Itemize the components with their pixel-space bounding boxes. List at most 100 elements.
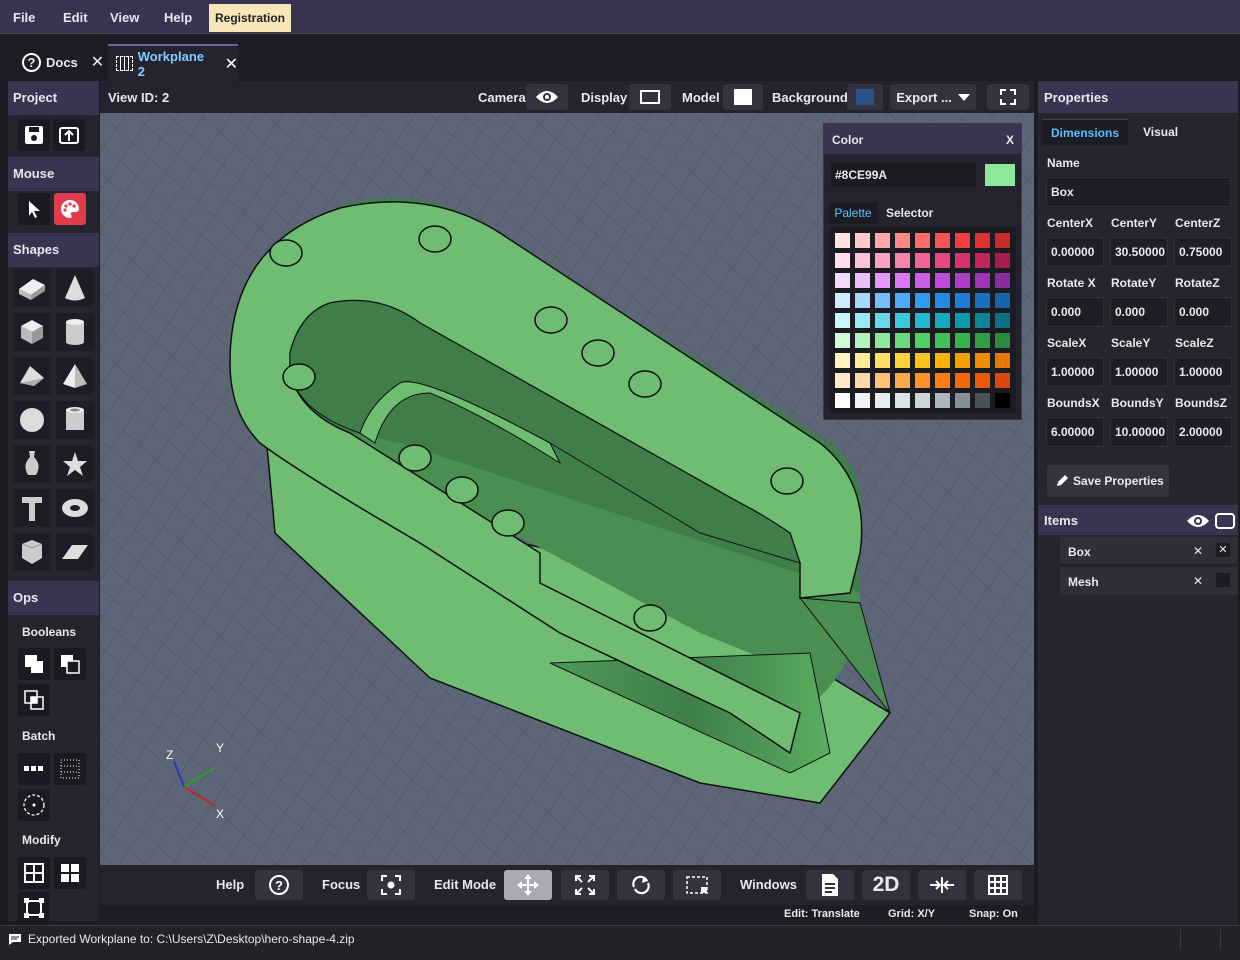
tab-visual[interactable]: Visual bbox=[1143, 119, 1178, 145]
palette-swatch[interactable] bbox=[995, 373, 1010, 388]
item-row[interactable]: Box ✕ ✕ bbox=[1060, 537, 1238, 565]
delete-item-icon[interactable]: ✕ bbox=[1193, 574, 1203, 588]
array-button[interactable] bbox=[18, 753, 50, 785]
background-color-button[interactable] bbox=[847, 84, 883, 110]
cube-shape-button[interactable] bbox=[13, 313, 51, 351]
fullscreen-button[interactable] bbox=[987, 84, 1029, 110]
subtract-button[interactable] bbox=[54, 648, 86, 680]
palette-swatch[interactable] bbox=[875, 313, 890, 328]
palette-swatch[interactable] bbox=[915, 353, 930, 368]
palette-swatch[interactable] bbox=[915, 313, 930, 328]
palette-swatch[interactable] bbox=[955, 393, 970, 408]
select-mode-button[interactable] bbox=[673, 870, 721, 900]
palette-swatch[interactable] bbox=[855, 253, 870, 268]
palette-swatch[interactable] bbox=[835, 233, 850, 248]
mesh-shape-button[interactable] bbox=[13, 533, 51, 571]
palette-swatch[interactable] bbox=[915, 293, 930, 308]
explode-button[interactable] bbox=[54, 857, 86, 889]
prop-field[interactable]: 0.000 bbox=[1110, 297, 1168, 327]
palette-swatch[interactable] bbox=[895, 393, 910, 408]
palette-swatch[interactable] bbox=[855, 393, 870, 408]
prop-field[interactable]: 0.000 bbox=[1174, 297, 1232, 327]
scale-mode-button[interactable] bbox=[561, 870, 609, 900]
palette-swatch[interactable] bbox=[875, 233, 890, 248]
palette-swatch[interactable] bbox=[835, 373, 850, 388]
prop-field[interactable]: 1.00000 bbox=[1174, 357, 1232, 387]
grid-window-button[interactable] bbox=[974, 870, 1022, 900]
star-shape-button[interactable] bbox=[56, 445, 94, 483]
palette-swatch[interactable] bbox=[835, 313, 850, 328]
vase-shape-button[interactable] bbox=[13, 445, 51, 483]
palette-swatch[interactable] bbox=[935, 253, 950, 268]
palette-swatch[interactable] bbox=[875, 393, 890, 408]
menu-edit[interactable]: Edit bbox=[63, 0, 88, 34]
rotate-mode-button[interactable] bbox=[617, 870, 665, 900]
pointer-tool-button[interactable] bbox=[18, 193, 50, 225]
palette-swatch[interactable] bbox=[995, 293, 1010, 308]
palette-swatch[interactable] bbox=[855, 273, 870, 288]
palette-swatch[interactable] bbox=[935, 293, 950, 308]
translate-mode-button[interactable] bbox=[504, 870, 552, 900]
palette-swatch[interactable] bbox=[895, 253, 910, 268]
sphere-shape-button[interactable] bbox=[13, 401, 51, 439]
name-field[interactable]: Box bbox=[1046, 177, 1231, 207]
palette-swatch[interactable] bbox=[915, 253, 930, 268]
visibility-checkbox[interactable] bbox=[1216, 573, 1230, 587]
prop-field[interactable]: 0.75000 bbox=[1174, 237, 1232, 267]
palette-swatch[interactable] bbox=[955, 353, 970, 368]
palette-swatch[interactable] bbox=[995, 233, 1010, 248]
palette-swatch[interactable] bbox=[995, 333, 1010, 348]
delete-item-icon[interactable]: ✕ bbox=[1193, 544, 1203, 558]
palette-swatch[interactable] bbox=[955, 313, 970, 328]
palette-swatch[interactable] bbox=[935, 373, 950, 388]
prop-field[interactable]: 10.00000 bbox=[1110, 417, 1168, 447]
palette-swatch[interactable] bbox=[855, 233, 870, 248]
union-button[interactable] bbox=[18, 648, 50, 680]
palette-swatch[interactable] bbox=[975, 393, 990, 408]
center-window-button[interactable] bbox=[918, 870, 966, 900]
palette-swatch[interactable] bbox=[835, 333, 850, 348]
palette-swatch[interactable] bbox=[975, 313, 990, 328]
palette-swatch[interactable] bbox=[895, 353, 910, 368]
palette-swatch[interactable] bbox=[895, 273, 910, 288]
palette-swatch[interactable] bbox=[895, 373, 910, 388]
palette-swatch[interactable] bbox=[875, 273, 890, 288]
palette-swatch[interactable] bbox=[915, 333, 930, 348]
focus-button[interactable] bbox=[367, 870, 415, 900]
cylinder-shape-button[interactable] bbox=[56, 313, 94, 351]
prop-field[interactable]: 2.00000 bbox=[1174, 417, 1232, 447]
menu-file[interactable]: File bbox=[13, 0, 35, 34]
docs-window-button[interactable] bbox=[806, 870, 854, 900]
palette-swatch[interactable] bbox=[835, 273, 850, 288]
palette-swatch[interactable] bbox=[895, 333, 910, 348]
palette-swatch[interactable] bbox=[855, 373, 870, 388]
palette-swatch[interactable] bbox=[915, 233, 930, 248]
palette-swatch[interactable] bbox=[975, 333, 990, 348]
box-shape-button[interactable] bbox=[13, 269, 51, 307]
item-row[interactable]: Mesh ✕ bbox=[1060, 567, 1238, 595]
text-shape-button[interactable] bbox=[13, 489, 51, 527]
tab-selector[interactable]: Selector bbox=[886, 202, 933, 224]
palette-swatch[interactable] bbox=[975, 253, 990, 268]
wedge-shape-button[interactable] bbox=[13, 357, 51, 395]
palette-swatch[interactable] bbox=[955, 333, 970, 348]
palette-swatch[interactable] bbox=[955, 373, 970, 388]
palette-swatch[interactable] bbox=[915, 373, 930, 388]
paint-tool-button[interactable] bbox=[54, 193, 86, 225]
palette-swatch[interactable] bbox=[835, 393, 850, 408]
palette-swatch[interactable] bbox=[835, 293, 850, 308]
palette-swatch[interactable] bbox=[855, 313, 870, 328]
prop-field[interactable]: 1.00000 bbox=[1110, 357, 1168, 387]
palette-swatch[interactable] bbox=[935, 273, 950, 288]
palette-swatch[interactable] bbox=[895, 313, 910, 328]
cone-shape-button[interactable] bbox=[56, 269, 94, 307]
prop-field[interactable]: 1.00000 bbox=[1046, 357, 1104, 387]
palette-swatch[interactable] bbox=[955, 293, 970, 308]
palette-swatch[interactable] bbox=[935, 353, 950, 368]
palette-swatch[interactable] bbox=[855, 333, 870, 348]
export-dropdown[interactable]: Export ... bbox=[890, 84, 976, 110]
eye-icon[interactable] bbox=[1186, 513, 1210, 529]
palette-swatch[interactable] bbox=[975, 293, 990, 308]
palette-swatch[interactable] bbox=[855, 353, 870, 368]
tab-docs[interactable]: ? Docs ✕ bbox=[22, 45, 104, 79]
